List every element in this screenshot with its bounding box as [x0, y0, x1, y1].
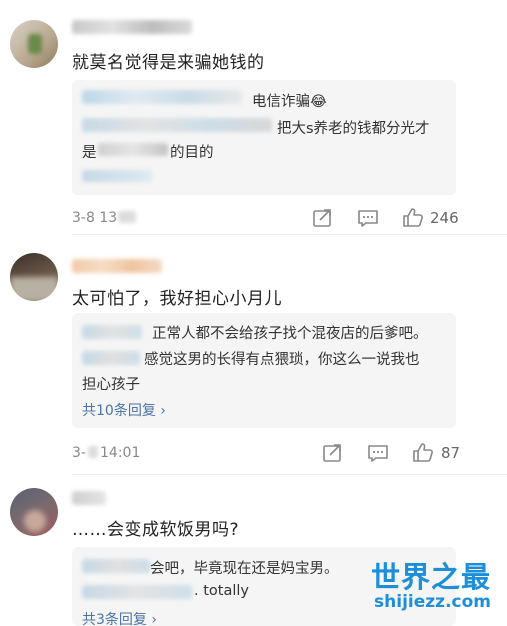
blurred-time — [88, 446, 98, 458]
reply-box[interactable]: 正常人都不会给孩子找个混夜店的后爹吧。 感觉这男的长得有点猥琐，你这么一说我也 … — [72, 313, 456, 428]
reply-username-blurred — [82, 559, 150, 573]
comment-icon[interactable] — [357, 208, 379, 228]
reply-username-blurred — [82, 325, 142, 339]
blurred-text — [98, 143, 168, 156]
reply-box[interactable]: 电信诈骗😂 把大s养老的钱都分光才 是 的目的 — [72, 80, 456, 195]
comment-item: 就莫名觉得是来骗她钱的 电信诈骗😂 把大s养老的钱都分光才 是 的目的 3-8 … — [0, 0, 507, 235]
comment-text: ……会变成软饭男吗? — [72, 520, 240, 540]
avatar[interactable] — [10, 253, 58, 301]
reply-text: 电信诈骗😂 — [252, 94, 327, 110]
username-blurred[interactable] — [72, 20, 192, 34]
share-icon[interactable] — [322, 443, 344, 463]
view-replies-link[interactable]: 共10条回复 › — [82, 400, 166, 420]
share-icon[interactable] — [312, 208, 334, 228]
comment-item: 太可怕了，我好担心小月儿 正常人都不会给孩子找个混夜店的后爹吧。 感觉这男的长得… — [0, 235, 507, 475]
blurred-link — [82, 170, 152, 182]
comment-time: 3-8 13 — [72, 210, 118, 226]
comment-time-suffix: 14:01 — [100, 445, 141, 461]
reply-text: 的目的 — [170, 145, 214, 161]
avatar[interactable] — [10, 488, 58, 536]
view-replies-link[interactable]: 共3条回复 › — [82, 609, 157, 626]
reply-username-blurred — [82, 90, 242, 104]
comment-time: 3- — [72, 445, 86, 461]
reply-text: . totally — [194, 583, 249, 599]
watermark-url: shijiezz.com — [374, 592, 491, 612]
username-blurred[interactable] — [72, 259, 162, 273]
reply-text: 是 — [82, 145, 97, 161]
like-icon[interactable] — [412, 442, 434, 462]
reply-username-blurred — [82, 585, 192, 599]
reply-text: 把大s养老的钱都分光才 — [277, 121, 430, 137]
reply-username-blurred — [82, 118, 272, 132]
reply-text: 正常人都不会给孩子找个混夜店的后爹吧。 — [152, 326, 428, 342]
comment-icon[interactable] — [367, 443, 389, 463]
like-count: 246 — [430, 209, 459, 227]
comment-text: 就莫名觉得是来骗她钱的 — [72, 53, 265, 73]
watermark: 世界之最 shijiezz.com — [361, 554, 501, 620]
like-count: 87 — [441, 444, 461, 462]
reply-username-blurred — [82, 351, 140, 365]
like-icon[interactable] — [402, 207, 424, 227]
comment-text: 太可怕了，我好担心小月儿 — [72, 289, 282, 309]
reply-text: 担心孩子 — [82, 377, 140, 393]
avatar[interactable] — [10, 20, 58, 68]
watermark-title: 世界之最 — [370, 560, 491, 594]
reply-text: 会吧，毕竟现在还是妈宝男。 — [150, 561, 339, 577]
blurred-time — [118, 211, 136, 223]
username-blurred[interactable] — [72, 491, 106, 505]
reply-text: 感觉这男的长得有点猥琐，你这么一说我也 — [144, 352, 420, 368]
